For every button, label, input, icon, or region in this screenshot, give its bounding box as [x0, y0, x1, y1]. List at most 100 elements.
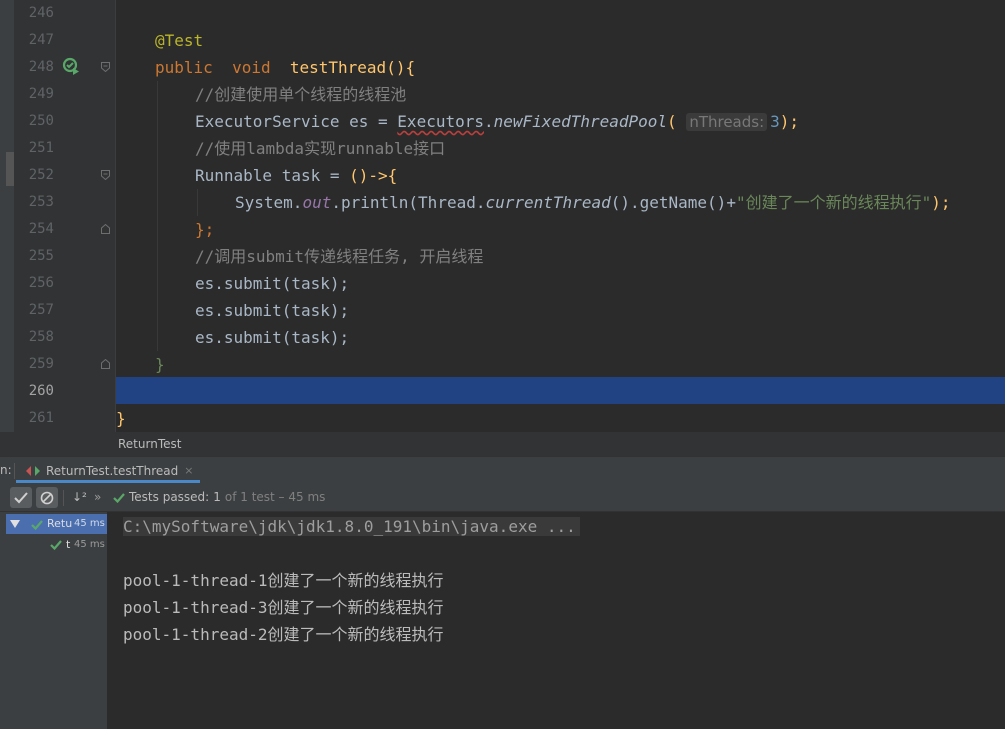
passed-check-icon	[31, 520, 43, 530]
current-line-highlight	[116, 377, 1005, 404]
line-number: 258	[28, 329, 54, 345]
console-line: pool-1-thread-3创建了一个新的线程执行	[123, 598, 444, 617]
show-passed-button[interactable]	[10, 487, 32, 508]
run-window-label: n:	[0, 463, 12, 477]
passed-check-icon	[50, 540, 62, 550]
paren: );	[931, 193, 951, 212]
divider	[63, 490, 64, 506]
test-toolbar: ↓² » Tests passed: 1 of 1 test – 45 ms	[0, 484, 1005, 512]
chevron-down-icon[interactable]	[10, 520, 20, 528]
fold-end-icon[interactable]	[101, 359, 110, 369]
tree-item-time: 45 ms	[74, 518, 105, 529]
show-ignored-button[interactable]	[36, 487, 58, 508]
lambda: ()->{	[349, 166, 398, 185]
line-number: 254	[28, 221, 54, 237]
method-name: testThread	[289, 58, 387, 77]
breadcrumb[interactable]: ReturnTest	[118, 432, 181, 456]
paren: );	[779, 112, 800, 131]
code-text: es.submit(task);	[195, 301, 350, 320]
fold-icon[interactable]	[101, 170, 110, 180]
brace: }	[116, 409, 126, 428]
more-actions-icon[interactable]: »	[94, 484, 101, 511]
code-line: ExecutorService es = Executors.newFixedT…	[116, 108, 1005, 135]
line-number: 247	[28, 32, 54, 48]
line-number: 253	[28, 194, 54, 210]
string-literal: "创建了一个新的线程执行"	[735, 193, 932, 212]
console-line: pool-1-thread-2创建了一个新的线程执行	[123, 625, 444, 644]
console-output[interactable]: C:\mySoftware\jdk\jdk1.8.0_191\bin\java.…	[108, 512, 1005, 729]
brace: }	[155, 355, 165, 374]
status-count: 1	[213, 490, 221, 504]
code-line: //创建使用单个线程的线程池	[116, 81, 1005, 108]
line-number: 255	[28, 248, 54, 264]
tab-title: ReturnTest.testThread	[46, 463, 179, 478]
tree-item-time: 45 ms	[74, 539, 105, 550]
brace: };	[195, 220, 215, 239]
left-tool-strip	[0, 0, 14, 432]
code-line: };	[116, 216, 1005, 243]
line-number: 251	[28, 140, 54, 156]
close-tab-icon[interactable]: ×	[184, 464, 193, 477]
divider	[14, 463, 15, 479]
keyword: void	[232, 58, 271, 77]
method-name: newFixedThreadPool	[493, 112, 668, 131]
breadcrumb-bar: ReturnTest	[0, 432, 1005, 456]
code-line: //调用submit传递线程任务, 开启线程	[116, 243, 1005, 270]
parameter-hint: nThreads:	[686, 113, 768, 131]
line-number: 261	[28, 410, 54, 426]
ignored-icon	[40, 491, 54, 504]
code-line: }	[116, 351, 1005, 378]
line-number: 256	[28, 275, 54, 291]
code-text: es.submit(task);	[195, 328, 350, 347]
fold-end-icon[interactable]	[101, 224, 110, 234]
code-line: System.out.println(Thread.currentThread(…	[116, 189, 1005, 216]
test-tree[interactable]: Retu 45 ms t 45 ms	[0, 512, 108, 729]
code-text: .println(	[331, 193, 419, 212]
fold-icon[interactable]	[101, 62, 110, 72]
line-number: 250	[28, 113, 54, 129]
code-text: System.	[235, 193, 303, 212]
console-command[interactable]: C:\mySoftware\jdk\jdk1.8.0_191\bin\java.…	[123, 517, 580, 536]
tree-item-label: t	[66, 538, 71, 551]
console-line: pool-1-thread-1创建了一个新的线程执行	[123, 571, 444, 590]
line-number: 257	[28, 302, 54, 318]
passed-check-icon	[113, 492, 125, 503]
code-text: .	[484, 112, 494, 131]
code-text: Runnable task =	[195, 166, 350, 185]
code-text: es.submit(task);	[195, 274, 350, 293]
tab-active-indicator	[16, 480, 200, 483]
paren: (	[667, 112, 677, 131]
comment: //使用lambda实现runnable接口	[195, 139, 446, 158]
brace: (){	[386, 58, 416, 77]
method-name: currentThread	[485, 193, 611, 212]
status-prefix: Tests passed:	[129, 490, 210, 504]
run-config-icon	[26, 465, 40, 476]
code-line: es.submit(task);	[116, 297, 1005, 324]
test-status: Tests passed: 1 of 1 test – 45 ms	[113, 484, 325, 511]
code-line: //使用lambda实现runnable接口	[116, 135, 1005, 162]
line-number: 252	[28, 167, 54, 183]
run-test-icon[interactable]	[62, 57, 80, 75]
number: 3	[770, 112, 780, 131]
line-number-current: 260	[28, 383, 54, 399]
comment: //创建使用单个线程的线程池	[195, 85, 407, 104]
code-line: es.submit(task);	[116, 324, 1005, 351]
line-number: 249	[28, 86, 54, 102]
console-line: C:\mySoftware\jdk\jdk1.8.0_191\bin\java.…	[123, 514, 580, 540]
code-line: public void testThread(){	[116, 54, 1005, 81]
tree-item-label: Retu	[47, 517, 72, 530]
scroll-marker	[6, 152, 14, 186]
static-field: out	[302, 193, 332, 212]
status-suffix: of 1 test – 45 ms	[224, 490, 326, 504]
class-name: Executors	[397, 112, 484, 131]
comment: //调用submit传递线程任务, 开启线程	[195, 247, 484, 266]
line-number: 246	[28, 5, 54, 21]
line-number: 259	[28, 356, 54, 372]
line-number: 248	[28, 59, 54, 75]
code-editor[interactable]: 246 247 248 249 250 251 252 253 254 255 …	[0, 0, 1005, 432]
code-line: es.submit(task);	[116, 270, 1005, 297]
keyword: public	[155, 58, 213, 77]
code-text: Thread.	[418, 193, 486, 212]
sort-icon[interactable]: ↓²	[72, 484, 87, 511]
code-text: ().getName()+	[610, 193, 736, 212]
